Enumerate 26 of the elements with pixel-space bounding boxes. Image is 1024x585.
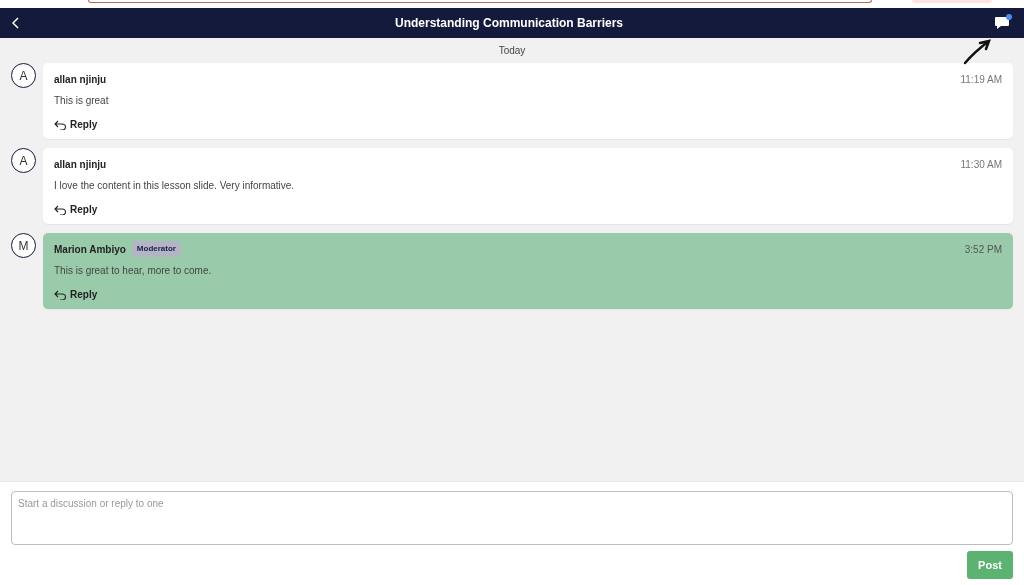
timestamp: 3:52 PM <box>964 242 1002 257</box>
avatar: M <box>11 233 36 258</box>
avatar: A <box>11 63 36 88</box>
comment-text: I love the content in this lesson slide. Very informative. <box>54 179 296 193</box>
author-name: allan njinju <box>54 157 107 172</box>
timestamp: 11:30 AM <box>960 157 1002 172</box>
reply-icon <box>54 289 67 300</box>
chat-icon <box>994 16 1010 30</box>
chat-button[interactable] <box>992 14 1012 32</box>
reply-icon <box>54 204 67 215</box>
reply-icon <box>54 119 67 130</box>
arrow-drawing <box>963 38 993 66</box>
reply-button[interactable]: Reply <box>54 117 98 132</box>
comment-text: This is great <box>54 94 110 108</box>
date-divider: Today <box>498 44 526 58</box>
reply-button[interactable]: Reply <box>54 287 98 302</box>
message-input[interactable]: Start a discussion or reply to one <box>11 491 1013 545</box>
author-name: Marion Ambiyo <box>54 242 126 257</box>
role-badge: Moderator <box>131 241 181 257</box>
avatar: A <box>11 148 36 173</box>
comment-text: This is great to hear, more to come. <box>54 264 213 278</box>
page-title: Understanding Communication Barriers <box>394 15 623 32</box>
back-icon <box>12 17 20 29</box>
timestamp: 11:19 AM <box>960 72 1002 87</box>
author-name: allan njinju <box>54 72 107 87</box>
reply-button[interactable]: Reply <box>54 202 98 217</box>
